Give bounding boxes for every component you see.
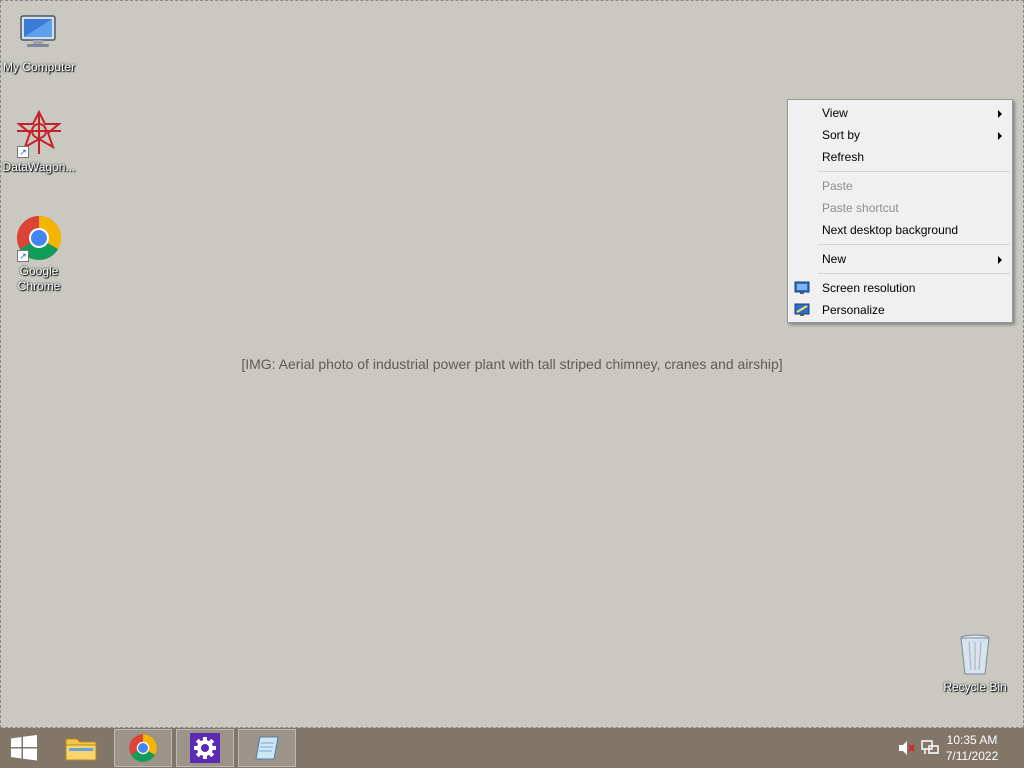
desktop-icon-datawagon[interactable]: ↗ DataWagon... bbox=[0, 109, 78, 175]
taskbar-clock[interactable]: 10:35 AM 7/11/2022 bbox=[942, 732, 1002, 764]
desktop-icon-label: Google Chrome bbox=[17, 264, 61, 293]
taskbar-notepad[interactable] bbox=[238, 729, 296, 767]
menu-separator bbox=[818, 244, 1010, 245]
submenu-arrow-icon bbox=[998, 256, 1002, 264]
personalize-icon bbox=[794, 302, 810, 318]
computer-icon bbox=[15, 10, 63, 58]
menu-item-next-desktop-background[interactable]: Next desktop background bbox=[788, 219, 1012, 241]
chrome-icon bbox=[129, 734, 157, 762]
chrome-icon: ↗ bbox=[15, 214, 63, 262]
clock-time: 10:35 AM bbox=[946, 733, 998, 747]
submenu-arrow-icon bbox=[998, 110, 1002, 118]
notepad-icon bbox=[255, 736, 279, 760]
shortcut-arrow-icon: ↗ bbox=[17, 250, 29, 262]
taskbar: 10:35 AM 7/11/2022 bbox=[0, 728, 1024, 768]
menu-item-label: Screen resolution bbox=[822, 281, 916, 295]
menu-separator bbox=[818, 171, 1010, 172]
volume-muted-icon[interactable] bbox=[897, 740, 915, 756]
settings-gear-icon bbox=[190, 733, 220, 763]
menu-item-label: Refresh bbox=[822, 150, 865, 164]
taskbar-file-explorer[interactable] bbox=[52, 729, 110, 767]
desktop-icon-google-chrome[interactable]: ↗ Google Chrome bbox=[0, 214, 78, 294]
shortcut-arrow-icon: ↗ bbox=[17, 146, 29, 158]
clock-date: 7/11/2022 bbox=[945, 749, 999, 763]
menu-item-paste-shortcut: Paste shortcut bbox=[788, 197, 1012, 219]
menu-item-label: Next desktop background bbox=[822, 223, 959, 237]
recycle-bin-icon bbox=[951, 630, 999, 678]
desktop[interactable]: [IMG: Aerial photo of industrial power p… bbox=[0, 0, 1024, 728]
taskbar-settings[interactable] bbox=[176, 729, 234, 767]
menu-item-label: View bbox=[822, 106, 848, 120]
desktop-icon-label: Recycle Bin bbox=[943, 680, 1007, 694]
menu-item-label: Personalize bbox=[822, 303, 885, 317]
desktop-icon-my-computer[interactable]: My Computer bbox=[0, 10, 78, 75]
file-explorer-icon bbox=[65, 738, 97, 761]
menu-item-label: Paste shortcut bbox=[822, 201, 899, 215]
datawagon-icon: ↗ bbox=[15, 109, 63, 158]
desktop-context-menu: View Sort by Refresh Paste Paste shortcu… bbox=[787, 99, 1013, 323]
menu-item-label: New bbox=[822, 252, 847, 266]
desktop-icon-label: My Computer bbox=[2, 60, 76, 74]
menu-item-sort-by[interactable]: Sort by bbox=[788, 124, 1012, 146]
windows-start-icon bbox=[11, 735, 37, 761]
submenu-arrow-icon bbox=[998, 132, 1002, 140]
menu-item-view[interactable]: View bbox=[788, 102, 1012, 124]
desktop-icon-recycle-bin[interactable]: Recycle Bin bbox=[936, 630, 1014, 695]
desktop-icon-label: DataWagon... bbox=[2, 160, 76, 174]
start-button[interactable] bbox=[0, 729, 48, 767]
taskbar-chrome[interactable] bbox=[114, 729, 172, 767]
menu-item-label: Sort by bbox=[822, 128, 861, 142]
menu-item-refresh[interactable]: Refresh bbox=[788, 146, 1012, 168]
network-icon[interactable] bbox=[921, 740, 939, 756]
menu-item-personalize[interactable]: Personalize bbox=[788, 299, 1012, 321]
menu-item-paste: Paste bbox=[788, 175, 1012, 197]
menu-separator bbox=[818, 273, 1010, 274]
menu-item-label: Paste bbox=[822, 179, 853, 193]
menu-item-screen-resolution[interactable]: Screen resolution bbox=[788, 277, 1012, 299]
screen-resolution-icon bbox=[794, 280, 810, 296]
menu-item-new[interactable]: New bbox=[788, 248, 1012, 270]
